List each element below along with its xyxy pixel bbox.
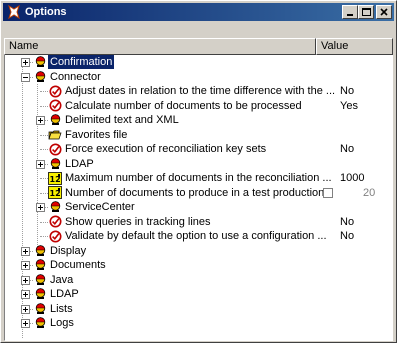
tree-item-label: ServiceCenter <box>65 201 135 213</box>
expand-icon[interactable] <box>21 319 30 328</box>
tree-option-row[interactable]: Force execution of reconciliation key se… <box>4 142 393 157</box>
maximize-icon[interactable] <box>358 5 374 19</box>
tree-group-row[interactable]: Connector <box>4 70 393 85</box>
tree-group-row[interactable]: Confirmation <box>4 55 393 70</box>
tree-option-row[interactable]: Delimited text and XML <box>4 113 393 128</box>
expand-icon[interactable] <box>21 261 30 270</box>
tree-item-label: Delimited text and XML <box>65 114 179 126</box>
tree-option-row[interactable]: ServiceCenter <box>4 200 393 215</box>
tree-group-row[interactable]: Logs <box>4 316 393 331</box>
check-option-icon <box>48 229 62 243</box>
column-header-name[interactable]: Name <box>4 38 316 55</box>
tree-line <box>40 192 48 194</box>
column-header: Name Value <box>4 38 393 55</box>
tree-line <box>40 134 48 136</box>
window-title: Options <box>25 6 67 18</box>
tree-item-label: Lists <box>50 302 73 315</box>
expand-icon[interactable] <box>36 116 45 125</box>
tree-group-row[interactable]: Java <box>4 273 393 288</box>
folder-icon <box>33 316 47 330</box>
tree-line <box>40 236 48 237</box>
folder-icon <box>33 287 47 301</box>
tree-item-label: Logs <box>50 317 74 329</box>
title-bar[interactable]: Options <box>3 3 394 21</box>
options-window: Options Name Value Confirmation Connector… <box>0 0 397 343</box>
minimize-icon[interactable] <box>342 5 358 19</box>
collapse-icon[interactable] <box>21 72 30 82</box>
tree-line <box>40 149 48 150</box>
tree-group-row[interactable]: LDAP <box>4 287 393 302</box>
column-header-value[interactable]: Value <box>316 38 393 55</box>
tree-item-label: Force execution of reconciliation key se… <box>65 143 267 155</box>
option-value[interactable]: Yes <box>340 99 358 113</box>
tree-item-label: LDAP <box>50 288 79 300</box>
tree-option-row[interactable]: Validate by default the option to use a … <box>4 229 393 244</box>
tree-group-row[interactable]: Documents <box>4 258 393 273</box>
tree-option-row[interactable]: Calculate number of documents to be proc… <box>4 99 393 114</box>
expand-icon[interactable] <box>36 159 45 169</box>
tree-item-label: Favorites file <box>65 128 128 141</box>
folder-icon <box>33 258 47 272</box>
tree-item-label: Maximum number of documents in the recon… <box>65 172 332 184</box>
check-option-icon <box>48 84 62 98</box>
option-value[interactable]: 20 <box>363 186 375 200</box>
expand-icon[interactable] <box>21 275 30 285</box>
open-folder-icon <box>48 128 62 142</box>
tree-item-label: Number of documents to produce in a test… <box>65 186 334 199</box>
check-option-icon <box>48 99 62 113</box>
tree-group-row[interactable]: Display <box>4 244 393 259</box>
option-value[interactable]: 1000 <box>340 171 364 185</box>
tree-item-label: Adjust dates in relation to the time dif… <box>65 85 336 97</box>
folder-icon <box>48 157 62 171</box>
tree-option-row[interactable]: LDAP <box>4 157 393 172</box>
tree-item-label: Confirmation <box>48 55 115 69</box>
option-checkbox[interactable] <box>323 187 333 198</box>
option-value[interactable]: No <box>340 142 354 156</box>
expand-icon[interactable] <box>21 290 30 299</box>
tree-line <box>40 178 48 179</box>
expand-icon[interactable] <box>21 304 30 314</box>
tree-line <box>40 91 48 92</box>
tree-item-label: LDAP <box>65 157 94 170</box>
tree-item-label: Connector <box>50 70 101 83</box>
folder-icon <box>48 200 62 214</box>
tree-option-row[interactable]: 12 Maximum number of documents in the rec… <box>4 171 393 186</box>
expand-icon[interactable] <box>21 58 30 67</box>
tree-item-label: Documents <box>50 259 106 271</box>
tree-option-row[interactable]: Adjust dates in relation to the time dif… <box>4 84 393 99</box>
options-tree: Confirmation Connector Adjust dates in rel… <box>4 55 393 331</box>
folder-icon <box>33 70 47 84</box>
folder-red-icon <box>33 55 47 69</box>
expand-icon[interactable] <box>21 246 30 256</box>
option-value[interactable]: No <box>340 229 354 243</box>
tree-line <box>40 105 48 107</box>
tree-line <box>40 221 48 223</box>
tree-option-row[interactable]: Favorites file <box>4 128 393 143</box>
folder-icon <box>33 244 47 258</box>
tree-item-label: Validate by default the option to use a … <box>65 230 327 242</box>
option-value[interactable]: No <box>340 84 354 98</box>
tree-group-row[interactable]: Lists <box>4 302 393 317</box>
tree-option-row[interactable]: 12 Number of documents to produce in a te… <box>4 186 393 201</box>
tree-item-label: Display <box>50 244 87 257</box>
folder-icon <box>33 302 47 316</box>
check-option-icon <box>48 215 62 229</box>
number-option-icon: 12 <box>48 171 62 185</box>
tree-option-row[interactable]: Show queries in tracking lines No <box>4 215 393 230</box>
option-value[interactable]: No <box>340 215 354 229</box>
folder-icon <box>48 113 62 127</box>
folder-icon <box>33 273 47 287</box>
close-icon[interactable] <box>376 5 392 19</box>
number-option-icon: 12 <box>48 186 62 200</box>
expand-icon[interactable] <box>36 203 45 212</box>
options-app-icon <box>6 4 22 20</box>
tree-item-label: Java <box>50 273 74 286</box>
tree-item-label: Show queries in tracking lines <box>65 215 211 228</box>
tree-item-label: Calculate number of documents to be proc… <box>65 99 302 112</box>
check-option-icon <box>48 142 62 156</box>
